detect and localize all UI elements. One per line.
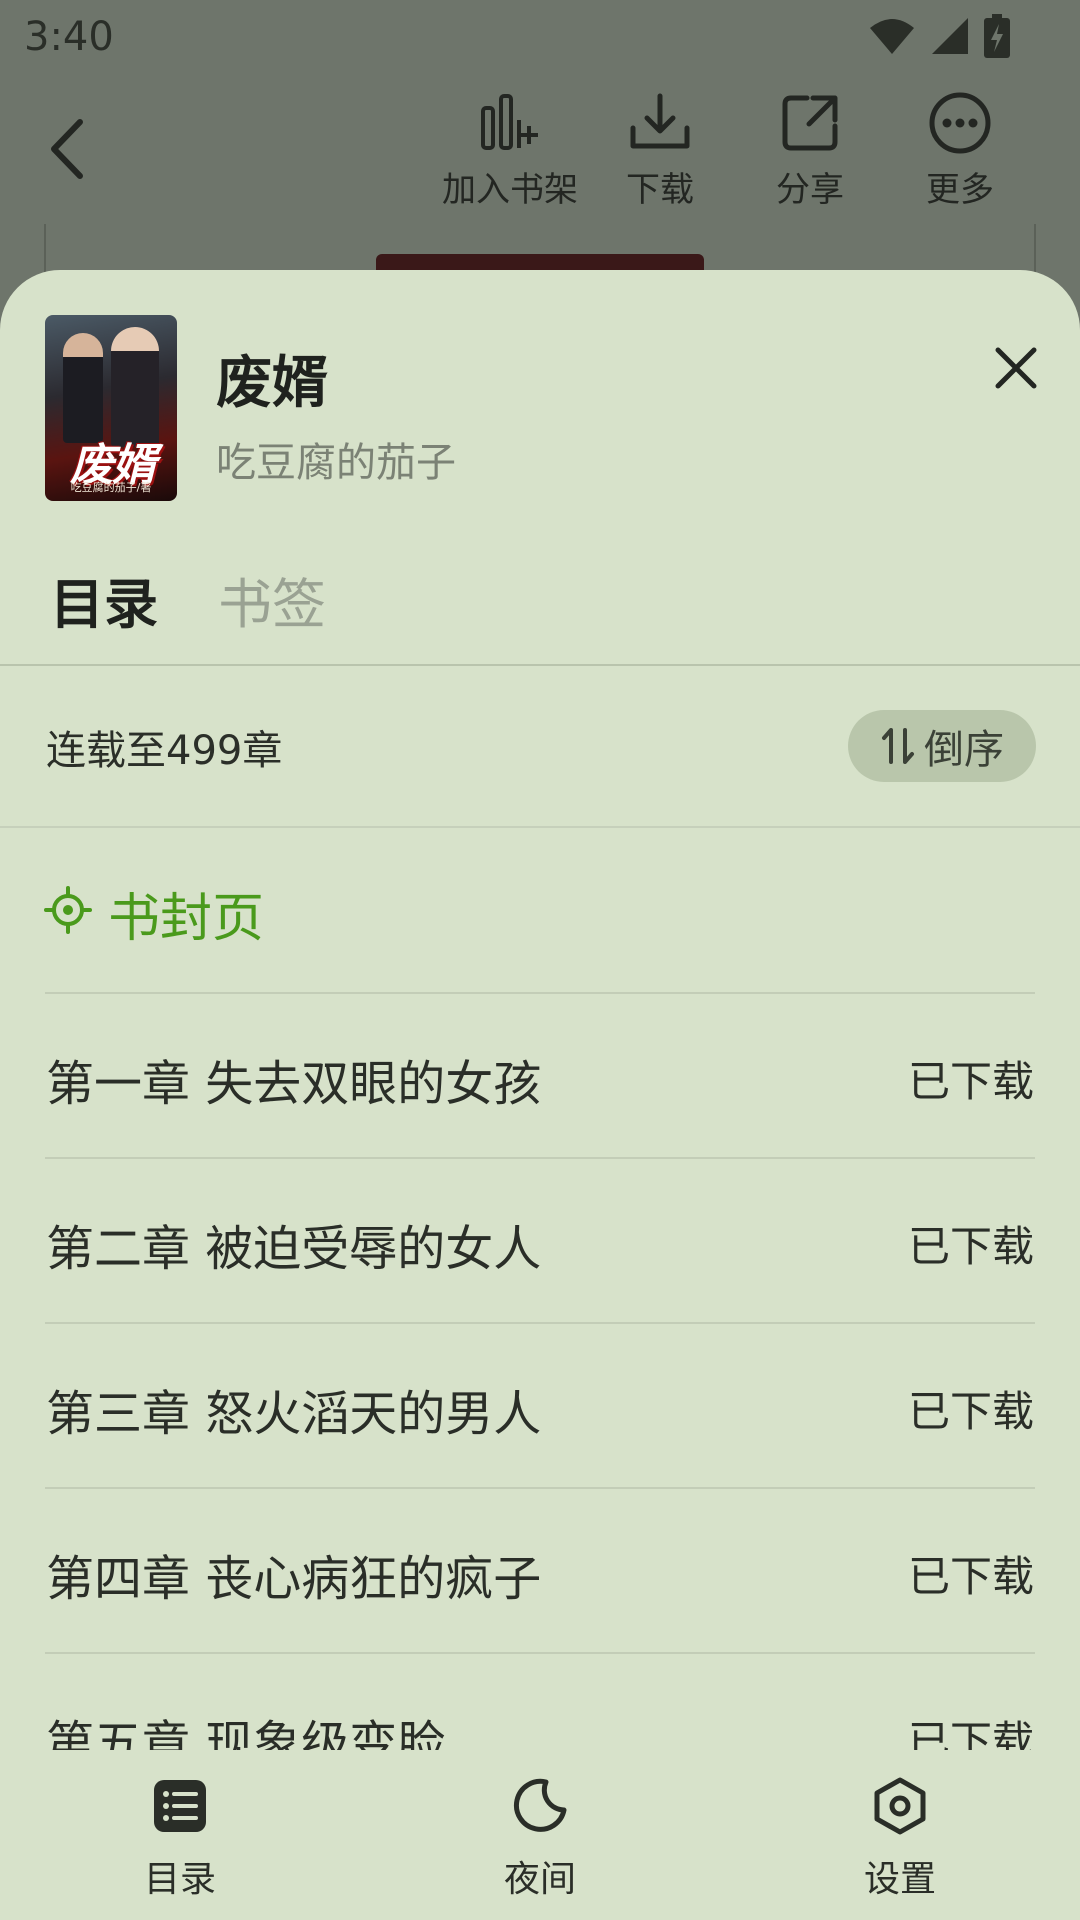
tab-bookmarks[interactable]: 书签: [218, 560, 326, 639]
chapter-download-status: 已下载: [907, 1387, 1034, 1436]
more-label: 更多: [926, 170, 994, 210]
nav-night-label: 夜间: [503, 1859, 576, 1900]
moon-icon: [514, 1778, 567, 1832]
status-icons: [868, 14, 1010, 58]
cover-author-text: 吃豆腐的茄子/著: [70, 481, 152, 494]
chapter-title: 第二章 被迫受辱的女人: [46, 1221, 542, 1277]
settings-icon: [874, 1777, 926, 1835]
cover-page-item[interactable]: 书封页: [0, 828, 1080, 992]
status-bar: 3:40: [0, 0, 1080, 74]
add-to-shelf-icon: [481, 94, 538, 150]
chapter-item[interactable]: 第一章 失去双眼的女孩 已下载: [0, 992, 1080, 1157]
nav-settings-label: 设置: [863, 1859, 936, 1900]
serial-status-row: 连载至499章 倒序: [0, 666, 1080, 826]
chapter-download-status: 已下载: [907, 1552, 1034, 1601]
sheet-tabs: 目录 书签: [0, 560, 1080, 670]
chapter-title: 第三章 怒火滔天的男人: [46, 1386, 542, 1442]
table-of-contents-sheet: 废婿 吃豆腐的茄子/著 废婿 吃豆腐的茄子 目录 书签 连载至499章 倒序 书…: [0, 270, 1080, 1920]
status-time: 3:40: [24, 14, 114, 60]
sort-icon: [882, 728, 914, 764]
nav-night-button[interactable]: 夜间: [440, 1776, 640, 1916]
chapter-title: 第一章 失去双眼的女孩: [46, 1056, 542, 1112]
add-to-shelf-button[interactable]: 加入书架: [435, 84, 585, 214]
tab-toc[interactable]: 目录: [50, 560, 158, 639]
sort-order-label: 倒序: [924, 727, 1004, 773]
book-cover: 废婿 吃豆腐的茄子/著: [45, 315, 177, 501]
reader-top-bar: 加入书架 下载 分享 更多: [0, 74, 1080, 224]
chapter-list: 第一章 失去双眼的女孩 已下载 第二章 被迫受辱的女人 已下载 第三章 怒火滔天…: [0, 992, 1080, 1817]
back-icon[interactable]: [40, 114, 100, 184]
book-title: 废婿: [216, 351, 328, 416]
share-icon: [782, 95, 838, 151]
book-header: 废婿 吃豆腐的茄子/著 废婿 吃豆腐的茄子: [0, 270, 1080, 530]
book-author: 吃豆腐的茄子: [216, 440, 456, 486]
download-icon: [630, 93, 690, 149]
download-button[interactable]: 下载: [585, 84, 735, 214]
chapter-download-status: 已下载: [907, 1222, 1034, 1271]
sort-order-button[interactable]: 倒序: [848, 710, 1036, 782]
list-icon: [154, 1780, 206, 1832]
more-button[interactable]: 更多: [885, 84, 1035, 214]
cover-figure-man: [63, 333, 103, 443]
share-button[interactable]: 分享: [735, 84, 885, 214]
cellular-signal-icon: [932, 18, 968, 54]
download-label: 下载: [626, 170, 694, 210]
chapter-title: 第四章 丧心病狂的疯子: [46, 1551, 542, 1607]
more-icon: [929, 92, 991, 154]
battery-icon: [984, 14, 1010, 58]
reader-bottom-nav: 目录 夜间 设置: [0, 1750, 1080, 1920]
chapter-item[interactable]: 第四章 丧心病狂的疯子 已下载: [0, 1487, 1080, 1652]
locate-icon: [44, 886, 92, 934]
cover-page-label: 书封页: [108, 889, 265, 949]
serial-status-text: 连载至499章: [46, 728, 283, 774]
chapter-download-status: 已下载: [907, 1057, 1034, 1106]
nav-toc-button[interactable]: 目录: [80, 1776, 280, 1916]
chapter-item[interactable]: 第二章 被迫受辱的女人 已下载: [0, 1157, 1080, 1322]
nav-settings-button[interactable]: 设置: [800, 1776, 1000, 1916]
add-to-shelf-label: 加入书架: [442, 170, 578, 210]
nav-toc-label: 目录: [143, 1859, 216, 1900]
share-label: 分享: [776, 170, 844, 210]
chapter-item[interactable]: 第三章 怒火滔天的男人 已下载: [0, 1322, 1080, 1487]
wifi-icon: [870, 19, 914, 54]
close-icon[interactable]: [988, 340, 1044, 396]
